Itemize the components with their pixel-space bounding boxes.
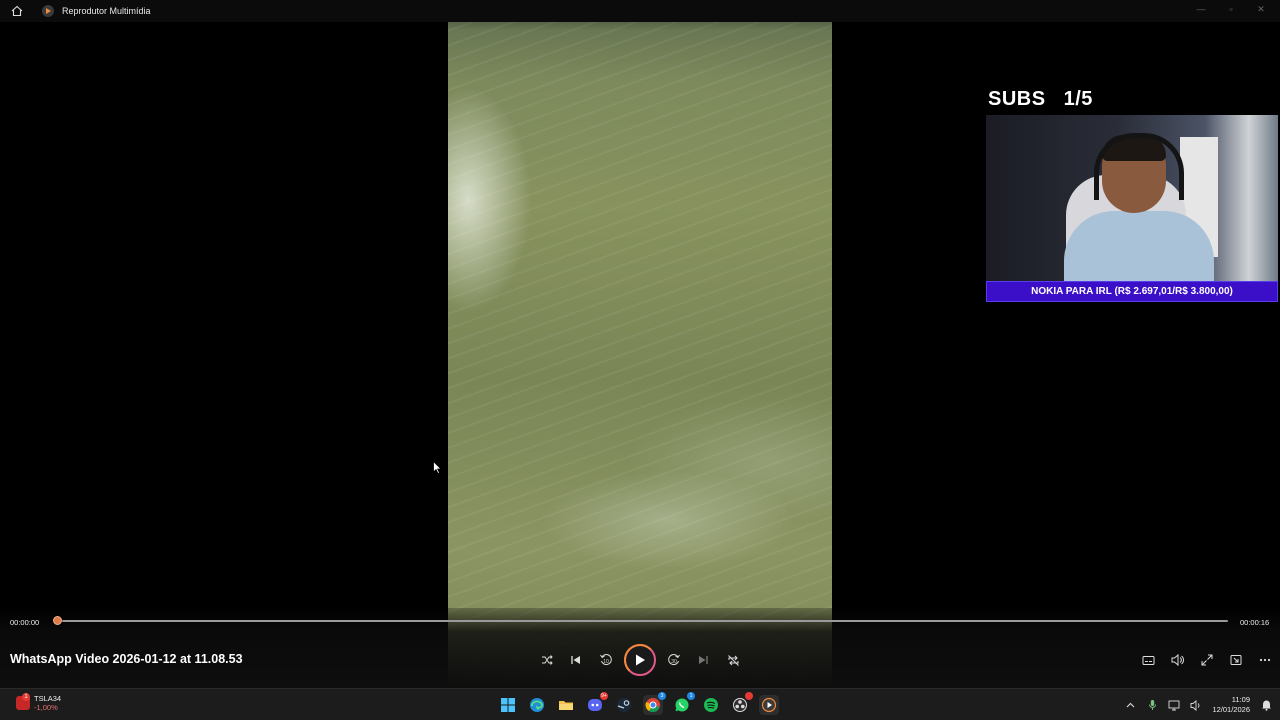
webcam-overlay <box>986 115 1278 283</box>
steam-icon[interactable] <box>614 695 634 715</box>
media-player-icon <box>42 5 54 17</box>
window-controls: — ▫ ✕ <box>1196 4 1266 14</box>
play-button[interactable] <box>624 644 656 676</box>
app-title-group: Reprodutor Multimídia <box>42 5 151 17</box>
fullscreen-icon[interactable] <box>1199 652 1215 668</box>
forward-30-icon[interactable]: 30 <box>666 652 682 668</box>
miniplayer-icon[interactable] <box>1228 652 1244 668</box>
edge-icon[interactable] <box>527 695 547 715</box>
restore-icon[interactable]: ▫ <box>1226 4 1236 14</box>
svg-text:10: 10 <box>603 659 609 665</box>
title-bar: Reprodutor Multimídia — ▫ ✕ <box>0 0 1280 22</box>
obs-icon[interactable] <box>730 692 753 715</box>
stock-change: -1,00% <box>34 703 58 712</box>
chrome-icon[interactable]: 3 <box>643 692 666 715</box>
microphone-icon[interactable] <box>1146 698 1158 712</box>
stock-widget[interactable]: 1 TSLA34 -1,00% <box>16 693 62 712</box>
donation-goal-banner: NOKIA PARA IRL (R$ 2.697,01/R$ 3.800,00) <box>986 281 1278 302</box>
clock-time: 11:09 <box>1231 695 1250 704</box>
spotify-icon[interactable] <box>701 695 721 715</box>
media-player-taskbar-icon[interactable] <box>759 695 779 715</box>
headset <box>1094 133 1184 200</box>
whatsapp-icon[interactable]: 1 <box>672 692 695 715</box>
seek-bar[interactable] <box>62 620 1228 622</box>
previous-icon[interactable] <box>568 652 584 668</box>
captions-icon[interactable] <box>1140 652 1156 668</box>
discord-icon[interactable]: 9+ <box>585 692 608 715</box>
stock-badge: 1 <box>22 693 30 701</box>
subs-goal: SUBS 1/5 <box>988 88 1093 111</box>
network-icon[interactable] <box>1168 698 1180 712</box>
stock-name: TSLA34 <box>34 694 62 703</box>
volume-icon[interactable] <box>1169 652 1185 668</box>
notifications-icon[interactable] <box>1260 698 1272 712</box>
chevron-up-icon[interactable] <box>1124 698 1136 712</box>
subs-count: 1/5 <box>1063 88 1093 110</box>
clock[interactable]: 11:09 12/01/2026 <box>1212 695 1250 715</box>
taskbar-apps: 9+ 3 1 <box>498 692 779 715</box>
play-icon <box>636 654 645 666</box>
shuffle-icon[interactable] <box>539 652 555 668</box>
streamer-body <box>1064 211 1214 283</box>
speaker-icon[interactable] <box>1190 698 1202 712</box>
current-time: 00:00:00 <box>10 618 40 627</box>
obs-live-dot <box>745 692 753 700</box>
video-frame[interactable] <box>448 0 832 688</box>
clock-date: 12/01/2026 <box>1212 705 1250 714</box>
taskbar: 1 TSLA34 -1,00% 9+ 3 1 11:09 12/01/2026 <box>0 688 1280 720</box>
whatsapp-badge: 1 <box>687 692 695 700</box>
close-icon[interactable]: ✕ <box>1256 4 1266 14</box>
svg-text:30: 30 <box>671 659 677 665</box>
mouse-cursor-icon <box>433 460 442 479</box>
repeat-off-icon[interactable] <box>725 652 741 668</box>
discord-badge: 9+ <box>600 692 608 700</box>
file-explorer-icon[interactable] <box>556 695 576 715</box>
subs-label: SUBS <box>988 88 1046 110</box>
home-icon[interactable] <box>10 4 24 18</box>
more-icon[interactable] <box>1257 652 1273 668</box>
total-time: 00:00:16 <box>1240 618 1270 627</box>
system-tray: 11:09 12/01/2026 <box>1124 695 1272 715</box>
chrome-badge: 3 <box>658 692 666 700</box>
rewind-10-icon[interactable]: 10 <box>598 652 614 668</box>
next-icon[interactable] <box>695 652 711 668</box>
stock-icon: 1 <box>16 693 30 710</box>
windows-start-icon[interactable] <box>498 695 518 715</box>
app-title: Reprodutor Multimídia <box>62 6 151 16</box>
video-title: WhatsApp Video 2026-01-12 at 11.08.53 <box>10 652 243 666</box>
seek-thumb[interactable] <box>53 616 62 625</box>
minimize-icon[interactable]: — <box>1196 4 1206 14</box>
